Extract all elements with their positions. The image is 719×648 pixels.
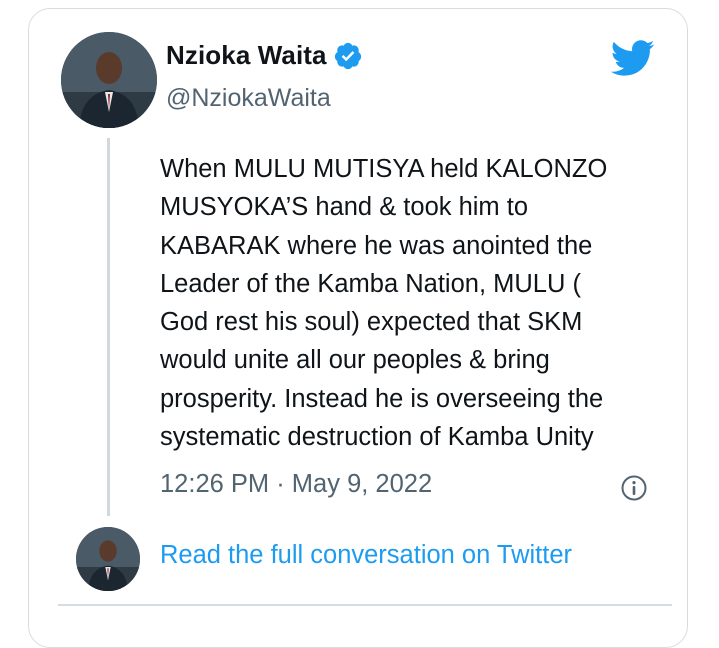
divider <box>58 604 672 606</box>
twitter-bird-icon[interactable] <box>609 38 655 78</box>
info-icon[interactable] <box>620 474 648 502</box>
author-avatar[interactable] <box>61 32 157 128</box>
thread-line <box>107 138 110 516</box>
verified-badge-icon <box>333 41 363 71</box>
author-name-row[interactable]: Nzioka Waita <box>166 40 363 71</box>
author-handle[interactable]: @NziokaWaita <box>166 84 331 113</box>
tweet-timestamp[interactable]: 12:26 PM · May 9, 2022 <box>160 470 432 499</box>
author-avatar-small[interactable] <box>76 527 140 591</box>
read-full-conversation-link[interactable]: Read the full conversation on Twitter <box>160 541 572 570</box>
author-name[interactable]: Nzioka Waita <box>166 40 327 71</box>
tweet-text: When MULU MUTISYA held KALONZO MUSYOKA’S… <box>160 155 608 452</box>
